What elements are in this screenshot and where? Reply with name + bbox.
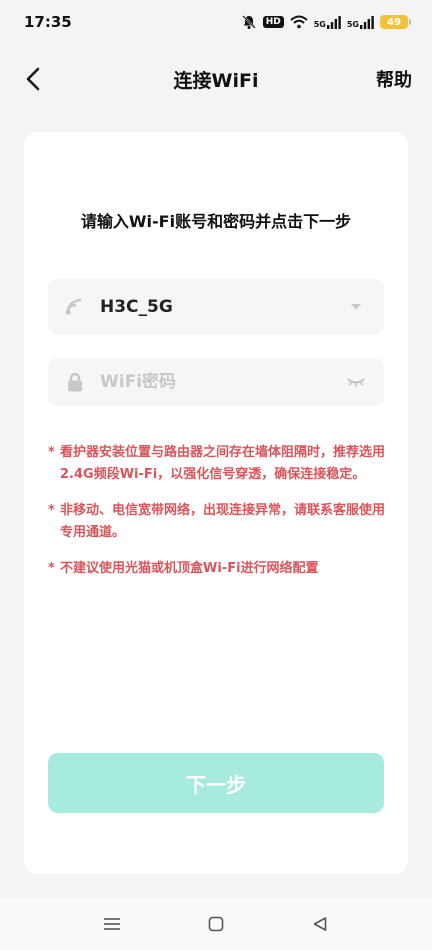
next-step-button[interactable]: 下一步 <box>48 753 384 813</box>
menu-icon[interactable] <box>97 909 127 939</box>
tip-marker: * <box>48 561 55 576</box>
lock-icon <box>64 371 86 393</box>
battery-icon: 49 <box>380 15 411 29</box>
help-button[interactable]: 帮助 <box>376 66 412 92</box>
page-title: 连接WiFi <box>173 69 259 92</box>
eye-closed-icon[interactable] <box>344 372 368 392</box>
signal-icon: 5G <box>313 15 341 29</box>
status-icons: HD 5G 5G 49 <box>241 14 411 30</box>
status-bar: 17:35 HD 5G 5G 49 <box>0 0 432 44</box>
tip-text: 不建议使用光猫或机顶盒Wi-Fi进行网络配置 <box>60 561 319 576</box>
hd-icon: HD <box>262 16 284 28</box>
status-time: 17:35 <box>24 13 72 31</box>
tip-item: * 不建议使用光猫或机顶盒Wi-Fi进行网络配置 <box>48 558 388 580</box>
ssid-select[interactable]: H3C_5G <box>48 279 384 335</box>
bell-muted-icon <box>241 14 257 30</box>
chevron-left-icon <box>26 67 40 91</box>
wifi-icon <box>290 15 308 29</box>
wifi-config-card: 请输入Wi-Fi账号和密码并点击下一步 H3C_5G * 看护器安装位置与路由器… <box>24 132 408 874</box>
back-triangle-icon[interactable] <box>305 909 335 939</box>
tip-text: 非移动、电信宽带网络，出现连接异常，请联系客服使用专用通道。 <box>60 503 386 540</box>
tip-marker: * <box>48 445 55 460</box>
back-button[interactable] <box>18 64 48 94</box>
signal-label: 5G <box>313 19 326 29</box>
tip-text: 看护器安装位置与路由器之间存在墙体阻隔时，推荐选用2.4G频段Wi-Fi，以强化… <box>60 445 386 482</box>
instruction-text: 请输入Wi-Fi账号和密码并点击下一步 <box>80 212 352 231</box>
password-input[interactable] <box>100 372 344 392</box>
system-nav-bar <box>0 898 432 950</box>
ssid-value: H3C_5G <box>100 297 173 317</box>
tips-list: * 看护器安装位置与路由器之间存在墙体阻隔时，推荐选用2.4G频段Wi-Fi，以… <box>48 442 388 594</box>
dropdown-arrow-icon[interactable] <box>344 297 368 317</box>
tip-item: * 看护器安装位置与路由器之间存在墙体阻隔时，推荐选用2.4G频段Wi-Fi，以… <box>48 442 388 486</box>
tip-item: * 非移动、电信宽带网络，出现连接异常，请联系客服使用专用通道。 <box>48 500 388 544</box>
signal-label: 5G <box>346 19 359 29</box>
nav-bar: 连接WiFi 帮助 <box>0 52 432 106</box>
tip-marker: * <box>48 503 55 518</box>
home-icon[interactable] <box>201 909 231 939</box>
password-field <box>48 358 384 406</box>
signal-icon: 5G <box>346 15 374 29</box>
wifi-icon <box>64 296 86 318</box>
